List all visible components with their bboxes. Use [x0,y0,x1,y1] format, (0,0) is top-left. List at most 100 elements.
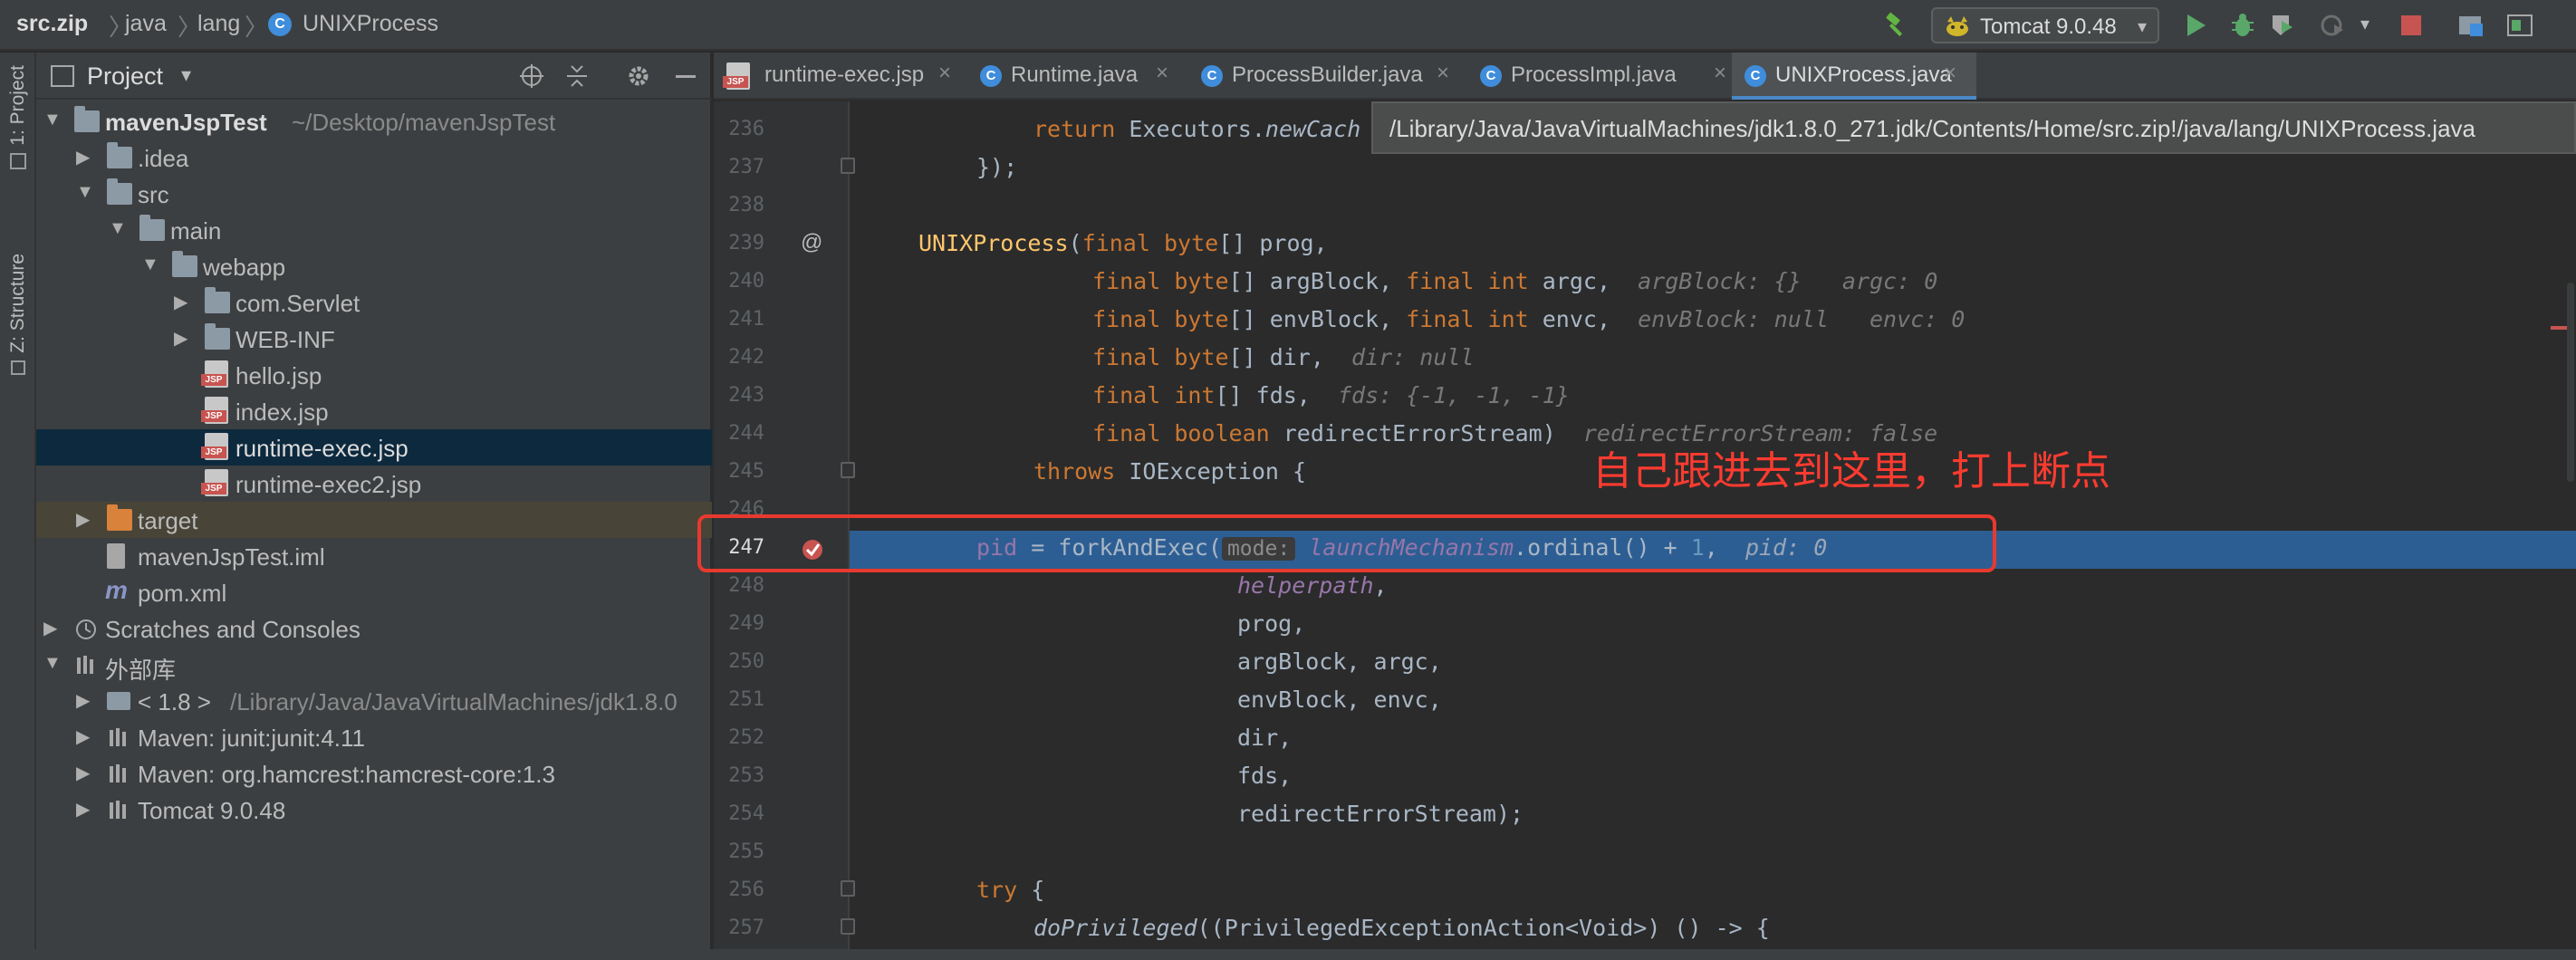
close-icon[interactable]: × [1714,61,1726,86]
tree-item-label: mavenJspTest [105,109,267,136]
tool-window-strip: 1: Project Z: Structure [0,53,36,960]
close-icon[interactable]: × [1944,61,1956,86]
scratches-icon [76,619,96,639]
tree-item-hello-jsp[interactable]: JSP hello.jsp [36,357,712,393]
status-strip [0,949,2576,960]
tab-runtime-java[interactable]: C Runtime.java × [967,53,1188,100]
class-icon: C [1201,65,1223,87]
tab-processbuilder-java[interactable]: C ProcessBuilder.java × [1188,53,1467,100]
locate-icon[interactable] [518,62,545,90]
tree-item-runtime-exec-jsp-selected[interactable]: JSP runtime-exec.jsp [36,429,712,466]
expanded-arrow-icon[interactable]: ▼ [43,110,62,130]
project-panel: Project ▾ ▼ mavenJspTest ~/Desktop/maven… [36,53,712,960]
expanded-arrow-icon[interactable]: ▼ [76,182,94,203]
code-line-236: return Executors.newCach [1033,116,1361,142]
project-panel-title[interactable]: Project [87,62,163,91]
build-icon[interactable] [1879,7,1915,43]
tree-item-path: /Library/Java/JavaVirtualMachines/jdk1.8… [230,688,678,715]
collapsed-arrow-icon[interactable]: ▶ [174,291,187,313]
collapsed-arrow-icon[interactable]: ▶ [76,146,90,168]
line-number: 252 [728,726,764,749]
tree-item-web-inf[interactable]: ▶ WEB-INF [36,321,712,357]
tree-item-external-libraries[interactable]: ▼ 外部库 [36,647,712,684]
line-number: 239 [728,232,764,254]
expanded-arrow-icon[interactable]: ▼ [109,218,127,239]
gear-icon[interactable] [625,62,652,90]
tab-label: runtime-exec.jsp [764,62,925,87]
fold-marker-icon[interactable] [841,880,855,897]
collapsed-arrow-icon[interactable]: ▶ [76,725,90,748]
breadcrumb-separator: 〉 [245,14,269,41]
project-tool-window-label: 1: Project [7,65,28,146]
project-panel-header: Project ▾ [36,53,712,100]
profile-icon[interactable] [2315,7,2351,43]
tree-item-com-servlet[interactable]: ▶ com.Servlet [36,284,712,321]
line-number: 243 [728,384,764,407]
tree-item-jdk[interactable]: ▶ < 1.8 > /Library/Java/JavaVirtualMachi… [36,683,712,719]
tree-item-junit[interactable]: ▶ Maven: junit:junit:4.11 [36,719,712,755]
tree-item-tomcat[interactable]: ▶ Tomcat 9.0.48 [36,792,712,828]
debug-icon[interactable] [2225,7,2261,43]
tree-item-index-jsp[interactable]: JSP index.jsp [36,393,712,429]
expanded-arrow-icon[interactable]: ▼ [43,653,62,674]
layout-icon[interactable] [2502,7,2538,43]
expanded-arrow-icon[interactable]: ▼ [141,254,159,275]
line-number: 238 [728,194,764,216]
chevron-down-icon[interactable]: ▾ [2360,13,2369,35]
tree-item-label: Maven: junit:junit:4.11 [138,725,365,752]
annotation-highlight-box [697,514,1996,572]
close-icon[interactable]: × [1156,61,1168,86]
tree-item-label: pom.xml [138,580,227,607]
tab-structure-tool-window[interactable]: Z: Structure [4,254,33,375]
collapsed-arrow-icon[interactable]: ▶ [76,762,90,784]
scrollbar-track[interactable] [2567,283,2574,482]
collapsed-arrow-icon[interactable]: ▶ [43,617,57,639]
line-number: 244 [728,422,764,445]
collapsed-arrow-icon[interactable]: ▶ [76,798,90,821]
coverage-icon[interactable] [2264,7,2301,43]
inline-debug-value: fds: {-1, -1, -1} [1337,382,1570,408]
breadcrumb-unixprocess[interactable]: UNIXProcess [303,11,438,37]
tree-item-src[interactable]: ▼ src [36,176,712,212]
collapsed-arrow-icon[interactable]: ▶ [76,508,90,531]
breadcrumb-src-zip[interactable]: src.zip [16,11,88,37]
tree-item-label: com.Servlet [235,290,360,317]
tab-processimpl-java[interactable]: C ProcessImpl.java × [1467,53,1746,100]
tab-unixprocess-java[interactable]: C UNIXProcess.java × [1732,53,1976,100]
tree-item-idea[interactable]: ▶ .idea [36,139,712,176]
code-line-252: dir, [1237,725,1293,751]
override-marker-icon[interactable]: @ [801,230,822,255]
fold-marker-icon[interactable] [841,462,855,478]
tab-runtime-exec-jsp[interactable]: JSP runtime-exec.jsp × [714,53,967,100]
tree-item-target[interactable]: ▶ target [36,502,712,538]
breadcrumb-java[interactable]: java [125,11,167,37]
folder-icon [205,323,230,350]
breadcrumb-lang[interactable]: lang [197,11,240,37]
tree-item-webapp[interactable]: ▼ webapp [36,248,712,284]
class-icon: C [1480,65,1502,87]
collapsed-arrow-icon[interactable]: ▶ [76,689,90,712]
tree-item-iml[interactable]: mavenJspTest.iml [36,538,712,574]
run-configuration-dropdown[interactable]: Tomcat 9.0.48 ▾ [1931,7,2159,43]
tree-item-scratches[interactable]: ▶ Scratches and Consoles [36,610,712,647]
close-icon[interactable]: × [1437,61,1449,86]
tree-item-module[interactable]: ▼ mavenJspTest ~/Desktop/mavenJspTest [36,103,712,139]
collapse-all-icon[interactable] [563,62,591,90]
tree-item-hamcrest[interactable]: ▶ Maven: org.hamcrest:hamcrest-core:1.3 [36,755,712,792]
fold-marker-icon[interactable] [841,918,855,935]
collapsed-arrow-icon[interactable]: ▶ [174,327,187,350]
run-icon[interactable] [2177,7,2214,43]
stop-icon[interactable] [2393,7,2429,43]
tab-project-tool-window[interactable]: 1: Project [4,65,33,169]
tree-item-pom[interactable]: m pom.xml [36,574,712,610]
hide-panel-icon[interactable] [676,75,696,78]
line-number: 251 [728,688,764,711]
project-structure-icon[interactable] [2453,7,2489,43]
fold-marker-icon[interactable] [841,158,855,174]
chevron-down-icon[interactable]: ▾ [181,63,191,87]
close-icon[interactable]: × [938,61,951,86]
tree-item-runtime-exec2-jsp[interactable]: JSP runtime-exec2.jsp [36,466,712,502]
code-line-243: final int[] fds, fds: {-1, -1, -1} [1092,382,1570,408]
library-icon [110,801,126,819]
tree-item-main[interactable]: ▼ main [36,212,712,248]
